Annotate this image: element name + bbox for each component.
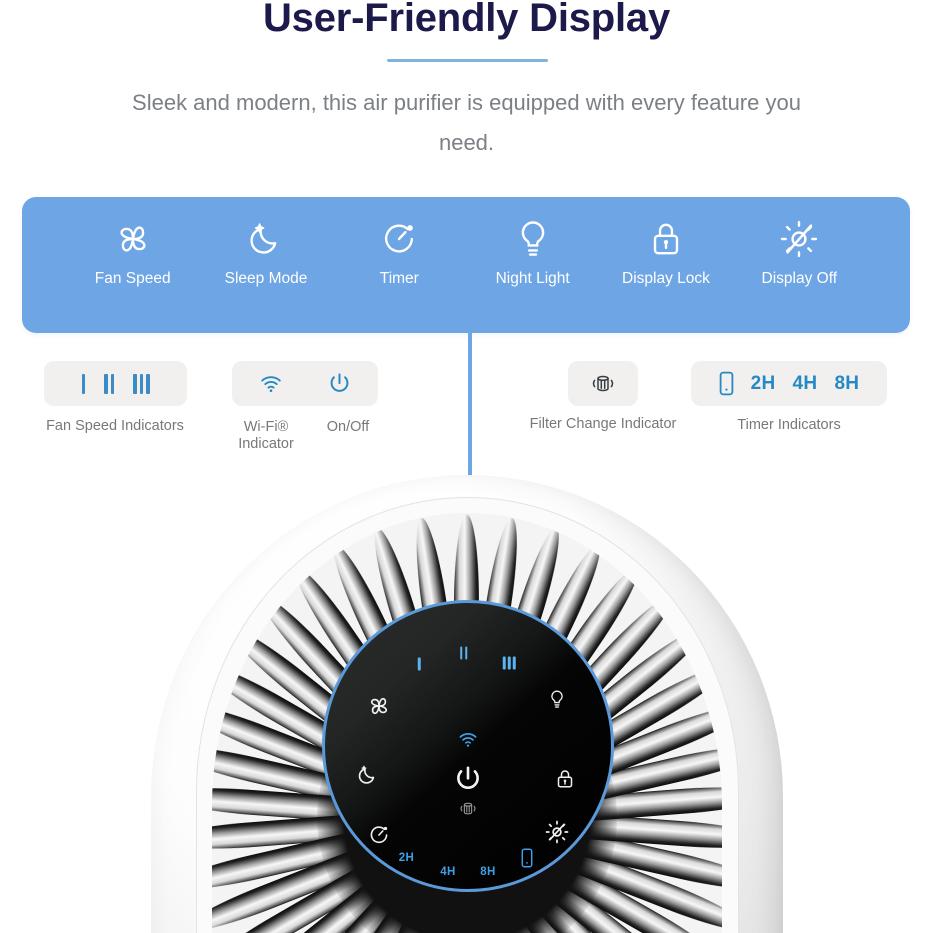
timer-option-4h[interactable]: 4H <box>793 373 818 395</box>
timer-icon <box>377 217 421 261</box>
display-timer-8h: 8H <box>480 865 496 878</box>
feature-label: Display Lock <box>622 270 710 287</box>
feature-banner: Fan Speed Sleep Mode Timer Night Light D… <box>22 197 910 333</box>
display-wifi-icon <box>458 732 479 749</box>
feature-label: Night Light <box>495 270 570 287</box>
air-purifier-photo: 2H 4H 8H <box>0 455 933 933</box>
lightbulb-icon <box>511 217 555 261</box>
display-sleep-icon[interactable] <box>355 762 381 788</box>
feature-label: Fan Speed <box>94 270 171 287</box>
timer-indicator-group: 2H 4H 8H <box>719 371 860 396</box>
filter-change-label: Filter Change Indicator <box>529 416 677 432</box>
timer-option-8h[interactable]: 8H <box>834 373 859 395</box>
display-timer-2h: 2H <box>398 851 415 864</box>
display-timer-icon[interactable] <box>366 822 392 848</box>
fan-speed-indicator-label: Fan Speed Indicators <box>46 418 184 434</box>
feature-night-light[interactable]: Night Light <box>466 217 599 288</box>
control-display-panel[interactable]: 2H 4H 8H <box>322 600 614 892</box>
feature-label: Sleep Mode <box>224 270 308 287</box>
feature-display-off[interactable]: Display Off <box>733 217 866 288</box>
wifi-icon[interactable] <box>259 372 283 396</box>
lock-icon <box>644 217 688 261</box>
fan-speed-bars <box>81 373 150 394</box>
timer-indicator-pill[interactable]: 2H 4H 8H <box>691 361 887 406</box>
display-off-icon[interactable] <box>543 818 571 846</box>
timer-option-2h[interactable]: 2H <box>751 373 776 395</box>
feature-display-lock[interactable]: Display Lock <box>599 217 732 288</box>
timer-indicator-label: Timer Indicators <box>737 417 841 433</box>
display-phone-icon <box>521 848 533 868</box>
display-fan-icon[interactable] <box>365 692 393 720</box>
fan-speed-level-2 <box>104 373 114 394</box>
feature-timer[interactable]: Timer <box>333 217 466 288</box>
title-divider <box>387 59 548 62</box>
feature-fan-speed[interactable]: Fan Speed <box>66 217 199 288</box>
power-icon[interactable] <box>327 371 352 396</box>
filter-icon <box>590 371 616 397</box>
feature-sleep-mode[interactable]: Sleep Mode <box>199 217 332 288</box>
wifi-indicator-label: Wi-Fi® Indicator <box>238 419 294 452</box>
wifi-power-pill[interactable] <box>232 361 378 406</box>
fan-speed-indicator-pill[interactable] <box>44 361 187 406</box>
page-title: User-Friendly Display <box>262 0 671 40</box>
phone-icon <box>719 371 734 396</box>
user-friendly-display-page: User-Friendly Display Sleek and modern, … <box>0 0 933 933</box>
display-power-icon[interactable] <box>453 764 483 794</box>
power-label: On/Off <box>326 419 370 435</box>
display-filter-icon <box>458 799 478 819</box>
display-lock-icon[interactable] <box>553 766 577 792</box>
feature-label: Display Off <box>761 270 838 287</box>
feature-label: Timer <box>379 270 419 287</box>
filter-change-pill[interactable] <box>568 361 638 406</box>
display-off-icon <box>777 217 821 261</box>
moon-sparkle-icon <box>244 217 288 261</box>
display-lightbulb-icon[interactable] <box>546 686 568 712</box>
display-timer-4h: 4H <box>440 865 456 878</box>
display-speed-mark-1 <box>418 657 421 671</box>
display-speed-mark-2 <box>459 646 468 660</box>
page-subtitle: Sleek and modern, this air purifier is e… <box>132 90 801 155</box>
fan-icon <box>111 217 155 261</box>
fan-speed-level-1 <box>81 373 85 394</box>
fan-speed-level-3 <box>133 373 150 394</box>
display-speed-mark-3 <box>503 656 516 670</box>
